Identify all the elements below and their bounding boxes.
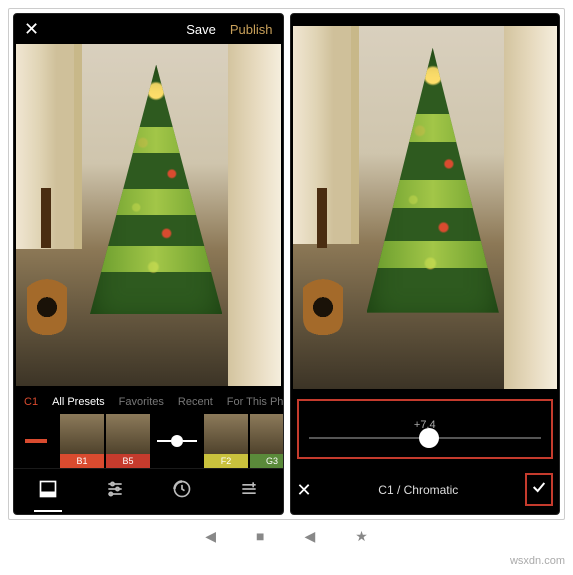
preset-g3[interactable]: G3: [250, 414, 283, 468]
preset-c1-selected[interactable]: [152, 414, 202, 468]
preset-thumbnails: B1 B5 F2 G3 M: [14, 414, 283, 468]
photo-canvas[interactable]: [16, 44, 281, 386]
cancel-icon[interactable]: ✕: [297, 481, 312, 499]
photo-canvas[interactable]: [293, 26, 558, 389]
android-nav-bar: ◀ ■ ◀ ★: [8, 520, 565, 553]
watermark: wsxdn.com: [8, 555, 565, 567]
nav-recent-icon[interactable]: ★: [355, 528, 368, 545]
preset-b1[interactable]: B1: [60, 414, 104, 468]
tab-all-presets[interactable]: All Presets: [52, 396, 105, 408]
bottom-toolbar: [14, 468, 283, 514]
preset-none[interactable]: [14, 414, 58, 468]
close-icon[interactable]: ✕: [24, 20, 39, 38]
tab-for-this-photo[interactable]: For This Photo: [227, 396, 283, 408]
editor-screen-slider: +7.4 ✕ C1 / Chromatic: [290, 13, 561, 515]
editor-header: ✕ Save Publish: [14, 14, 283, 44]
publish-button[interactable]: Publish: [230, 22, 273, 37]
sliders-tool-icon[interactable]: [105, 479, 125, 504]
tab-recent[interactable]: Recent: [178, 396, 213, 408]
slider-footer: ✕ C1 / Chromatic: [291, 465, 560, 514]
adjust-node-icon: [171, 435, 183, 447]
slider-knob[interactable]: [419, 428, 439, 448]
history-tool-icon[interactable]: [172, 479, 192, 504]
intensity-slider-panel: +7.4: [297, 399, 554, 459]
nav-back-icon[interactable]: ◀: [205, 528, 216, 545]
intensity-slider[interactable]: [309, 437, 542, 439]
tab-favorites[interactable]: Favorites: [119, 396, 164, 408]
confirm-button[interactable]: [525, 473, 553, 506]
tab-c1[interactable]: C1: [24, 396, 38, 408]
preset-category-tabs: C1 All Presets Favorites Recent For This…: [14, 390, 283, 414]
preset-f2[interactable]: F2: [204, 414, 248, 468]
preset-b5[interactable]: B5: [106, 414, 150, 468]
active-filter-label: C1 / Chromatic: [378, 483, 458, 497]
nav-back-icon[interactable]: ◀: [304, 528, 315, 545]
save-button[interactable]: Save: [186, 22, 216, 37]
check-icon: [531, 479, 547, 495]
presets-tool-icon[interactable]: [38, 479, 58, 504]
editor-screen-presets: ✕ Save Publish C1 All Presets Favorites …: [13, 13, 284, 515]
editor-header-empty: [291, 14, 560, 26]
nav-home-icon[interactable]: ■: [256, 528, 264, 545]
organize-tool-icon[interactable]: [239, 479, 259, 504]
